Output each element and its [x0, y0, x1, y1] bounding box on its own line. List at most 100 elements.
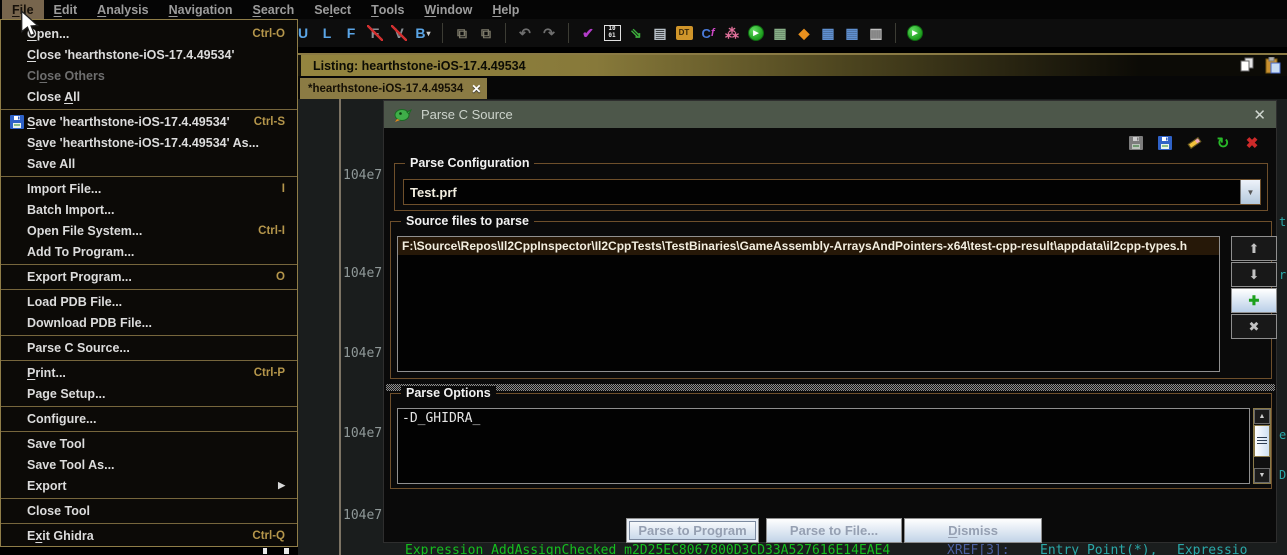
dialog-titlebar[interactable]: Parse C Source ✕ [384, 101, 1276, 128]
menu-item-label: Export [27, 479, 67, 493]
menu-item-load-pdb-file[interactable]: Load PDB File... [1, 291, 297, 312]
parse-options-textarea[interactable]: -D_GHIDRA_ [397, 408, 1250, 484]
dialog-close-icon[interactable]: ✕ [1253, 106, 1266, 124]
menu-shortcut: Ctrl-I [240, 225, 285, 237]
menubar-item-help[interactable]: Help [482, 0, 529, 19]
file-menu: Open...Ctrl-O Close 'hearthstone-iOS-17.4… [0, 19, 298, 547]
c-function-icon[interactable]: Cf [699, 24, 717, 42]
paste-icon[interactable] [1265, 57, 1281, 74]
menu-item-close-hearthstone-ios-17-4-49534[interactable]: Close 'hearthstone-iOS-17.4.49534' [1, 44, 297, 65]
save-profile-as-icon[interactable] [1155, 134, 1175, 152]
tab-close-icon[interactable]: ✕ [471, 82, 481, 96]
menu-item-save-all[interactable]: Save All [1, 153, 297, 174]
memory-map-icon[interactable]: ▤ [651, 24, 669, 42]
source-file-row[interactable]: F:\Source\Repos\Il2CppInspector\Il2CppTe… [398, 237, 1219, 255]
listing-header[interactable]: Listing: hearthstone-iOS-17.4.49534 [298, 55, 1287, 76]
move-up-button[interactable]: ⬆ [1231, 236, 1277, 261]
validate-icon[interactable]: ✔ [579, 24, 597, 42]
menubar-item-select[interactable]: Select [304, 0, 361, 19]
listing-xref-tail: Expressio [1177, 543, 1247, 555]
listing-edge-fragment: D [1279, 468, 1287, 482]
clear-profile-icon[interactable] [1184, 134, 1204, 152]
data-type-manager-icon[interactable]: DT [675, 24, 693, 42]
menubar-item-navigation[interactable]: Navigation [159, 0, 243, 19]
menu-item-close-others: Close Others [1, 65, 297, 86]
run-green-icon[interactable]: ▶ [747, 24, 765, 42]
remove-file-button[interactable]: ✖ [1231, 314, 1277, 339]
menu-item-import-file[interactable]: Import File...I [1, 178, 297, 199]
combobox-dropdown-icon[interactable]: ▼ [1240, 180, 1260, 204]
add-file-button[interactable]: ✚ [1231, 288, 1277, 313]
menubar-item-tools[interactable]: Tools [361, 0, 414, 19]
menu-item-label: Import File... [27, 182, 101, 196]
menu-item-save-tool[interactable]: Save Tool [1, 433, 297, 454]
copy-icon[interactable] [1240, 57, 1255, 73]
snapshot-out-icon[interactable]: ⧉ [477, 24, 495, 42]
scroll-down-icon[interactable]: ▼ [1254, 468, 1270, 483]
listing-xref-label: XREF[3]: [947, 543, 1010, 555]
menubar-item-window[interactable]: Window [414, 0, 482, 19]
menu-shortcut: Ctrl-Q [234, 530, 285, 542]
byte-toggle-icon[interactable]: B▾ [414, 24, 432, 42]
address-label: 104e7 [343, 346, 383, 361]
menubar-item-edit[interactable]: Edit [44, 0, 88, 19]
menubar-item-search[interactable]: Search [243, 0, 305, 19]
menu-item-save-hearthstone-ios-17-4-49534[interactable]: Save 'hearthstone-iOS-17.4.49534'Ctrl-S [1, 111, 297, 132]
combobox-value: Test.prf [404, 185, 457, 200]
menu-item-save-tool-as[interactable]: Save Tool As... [1, 454, 297, 475]
scrollbar-thumb[interactable] [1254, 425, 1270, 457]
menu-item-batch-import[interactable]: Batch Import... [1, 199, 297, 220]
menu-item-close-all[interactable]: Close All [1, 86, 297, 107]
menu-item-label: Page Setup... [27, 387, 106, 401]
menu-item-export-program[interactable]: Export Program...O [1, 266, 297, 287]
delete-profile-icon[interactable]: ✖ [1242, 134, 1262, 152]
dismiss-button[interactable]: Dismiss [904, 518, 1042, 543]
menu-item-page-setup[interactable]: Page Setup... [1, 383, 297, 404]
source-files-group: Source files to parse F:\Source\Repos\Il… [390, 221, 1272, 379]
splitpane-divider[interactable] [386, 384, 1275, 391]
redo-icon[interactable]: ↷ [540, 24, 558, 42]
submenu-arrow-icon: ▶ [260, 480, 285, 491]
function-toggle-icon[interactable]: F [342, 24, 360, 42]
parse-to-program-button[interactable]: Parse to Program [626, 518, 759, 543]
dialog-title: Parse C Source [421, 107, 513, 122]
menu-item-open[interactable]: Open...Ctrl-O [1, 23, 297, 44]
parse-to-file-button[interactable]: Parse to File... [766, 518, 902, 543]
menu-item-close-tool[interactable]: Close Tool [1, 500, 297, 521]
menu-item-print[interactable]: Print...Ctrl-P [1, 362, 297, 383]
menu-item-exit-ghidra[interactable]: Exit GhidraCtrl-Q [1, 525, 297, 546]
source-files-list[interactable]: F:\Source\Repos\Il2CppInspector\Il2CppTe… [397, 236, 1220, 372]
variable-hide-icon[interactable]: V [390, 24, 408, 42]
menu-item-configure[interactable]: Configure... [1, 408, 297, 429]
chart-icon[interactable]: ▥ [867, 24, 885, 42]
menu-item-label: Close Others [27, 69, 105, 83]
menubar-item-analysis[interactable]: Analysis [87, 0, 158, 19]
label-toggle-icon[interactable]: L [318, 24, 336, 42]
call-tree-icon[interactable]: ⁂ [723, 24, 741, 42]
table-export-icon[interactable]: ▦ [843, 24, 861, 42]
snapshot-in-icon[interactable]: ⧉ [453, 24, 471, 42]
binary-view-icon[interactable]: 1001 [603, 24, 621, 42]
menu-item-label: Configure... [27, 412, 96, 426]
memory-chip-icon[interactable]: ▦ [771, 24, 789, 42]
menu-item-add-to-program[interactable]: Add To Program... [1, 241, 297, 262]
move-down-button[interactable]: ⬇ [1231, 262, 1277, 287]
parse-configuration-label: Parse Configuration [405, 156, 534, 170]
table-view-icon[interactable]: ▦ [819, 24, 837, 42]
parse-options-scrollbar[interactable]: ▲ ▼ [1253, 408, 1271, 484]
refresh-icon[interactable]: ↻ [1213, 134, 1233, 152]
scroll-up-icon[interactable]: ▲ [1254, 409, 1270, 424]
menu-item-export[interactable]: Export ▶ [1, 475, 297, 496]
diamond-icon[interactable]: ◆ [795, 24, 813, 42]
function-hide-icon[interactable]: F [366, 24, 384, 42]
undo-icon[interactable]: ↶ [516, 24, 534, 42]
menu-item-label: Close 'hearthstone-iOS-17.4.49534' [27, 48, 234, 62]
run-script-icon[interactable]: ▶ [906, 24, 924, 42]
menu-item-download-pdb-file[interactable]: Download PDB File... [1, 312, 297, 333]
menu-item-save-hearthstone-ios-17-4-49534-as[interactable]: Save 'hearthstone-iOS-17.4.49534' As... [1, 132, 297, 153]
menu-item-parse-c-source[interactable]: Parse C Source... [1, 337, 297, 358]
menu-item-open-file-system[interactable]: Open File System...Ctrl-I [1, 220, 297, 241]
tab-hearthstone[interactable]: *hearthstone-iOS-17.4.49534 ✕ [300, 78, 487, 99]
import-arrow-icon[interactable]: ⇘ [627, 24, 645, 42]
parse-configuration-combobox[interactable]: Test.prf ▼ [403, 179, 1261, 205]
